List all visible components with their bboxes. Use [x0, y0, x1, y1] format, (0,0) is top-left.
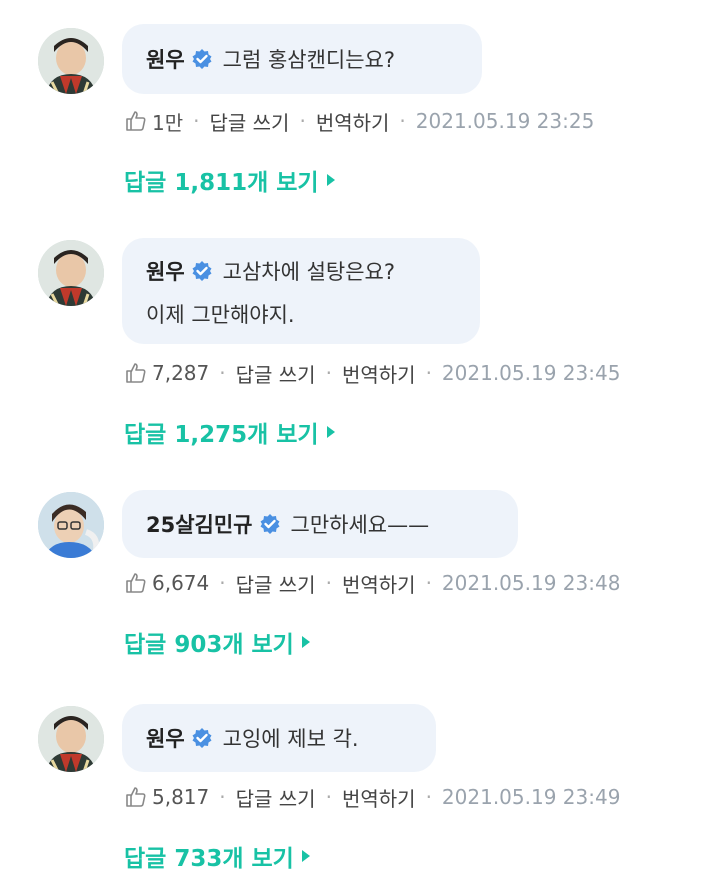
comment-meta: 1만 · 답글 쓰기 · 번역하기 · 2021.05.19 23:25: [124, 106, 594, 136]
meta-separator: ·: [219, 361, 226, 385]
view-replies-link[interactable]: 답글 1,811개 보기: [124, 164, 335, 196]
view-replies-label: 답글 733개 보기: [124, 846, 294, 872]
caret-right-icon: [326, 426, 335, 438]
avatar[interactable]: [38, 492, 104, 558]
comment-text: 그만하세요——: [290, 513, 430, 537]
author-name[interactable]: 원우: [146, 723, 185, 753]
caret-right-icon: [301, 636, 310, 648]
author-name[interactable]: 25살김민규: [146, 509, 253, 539]
meta-separator: ·: [299, 109, 306, 133]
caret-right-icon: [326, 174, 335, 186]
avatar[interactable]: [38, 240, 104, 306]
meta-separator: ·: [325, 361, 332, 385]
translate-button[interactable]: 번역하기: [316, 107, 390, 136]
comment-bubble: 원우 그럼 홍삼캔디는요?: [122, 24, 482, 94]
verified-badge-icon: [191, 727, 213, 749]
like-count: 7,287: [152, 361, 210, 385]
view-replies-label: 답글 903개 보기: [124, 632, 294, 658]
like-count: 5,817: [152, 785, 210, 809]
comment-bubble: 25살김민규 그만하세요——: [122, 490, 518, 558]
meta-separator: ·: [399, 109, 406, 133]
translate-button[interactable]: 번역하기: [342, 359, 416, 388]
thumbs-up-icon[interactable]: [124, 109, 148, 133]
meta-separator: ·: [219, 785, 226, 809]
meta-separator: ·: [219, 571, 226, 595]
view-replies-link[interactable]: 답글 903개 보기: [124, 626, 310, 658]
meta-separator: ·: [425, 571, 432, 595]
thumbs-up-icon[interactable]: [124, 571, 148, 595]
comment-header: 원우 그럼 홍삼캔디는요?: [146, 36, 458, 82]
comment-bubble: 원우 고삼차에 설탕은요? 이제 그만해야지.: [122, 238, 480, 344]
avatar[interactable]: [38, 28, 104, 94]
translate-button[interactable]: 번역하기: [342, 783, 416, 812]
comment-date: 2021.05.19 23:48: [441, 571, 621, 595]
comment-meta: 6,674 · 답글 쓰기 · 번역하기 · 2021.05.19 23:48: [124, 568, 620, 598]
like-count: 6,674: [152, 571, 210, 595]
meta-separator: ·: [425, 361, 432, 385]
comment-date: 2021.05.19 23:49: [441, 785, 621, 809]
author-name[interactable]: 원우: [146, 44, 185, 74]
comment-header: 원우 고잉에 제보 각.: [146, 715, 412, 761]
comment-text: 그럼 홍삼캔디는요?: [222, 48, 396, 72]
reply-button[interactable]: 답글 쓰기: [209, 107, 289, 136]
comment-date: 2021.05.19 23:45: [441, 361, 621, 385]
view-replies-label: 답글 1,811개 보기: [124, 170, 319, 196]
comment-text: 고삼차에 설탕은요?: [222, 260, 396, 284]
reply-button[interactable]: 답글 쓰기: [236, 359, 316, 388]
comment-meta: 5,817 · 답글 쓰기 · 번역하기 · 2021.05.19 23:49: [124, 782, 620, 812]
reply-button[interactable]: 답글 쓰기: [236, 783, 316, 812]
verified-badge-icon: [191, 48, 213, 70]
comment-date: 2021.05.19 23:25: [415, 109, 595, 133]
comment-header: 25살김민규 그만하세요——: [146, 501, 494, 547]
comment-header: 원우 고삼차에 설탕은요?: [146, 248, 456, 294]
meta-separator: ·: [325, 785, 332, 809]
translate-button[interactable]: 번역하기: [342, 569, 416, 598]
view-replies-label: 답글 1,275개 보기: [124, 422, 319, 448]
verified-badge-icon: [191, 260, 213, 282]
view-replies-link[interactable]: 답글 1,275개 보기: [124, 416, 335, 448]
verified-badge-icon: [259, 513, 281, 535]
like-count: 1만: [152, 110, 184, 135]
caret-right-icon: [301, 850, 310, 862]
thumbs-up-icon[interactable]: [124, 785, 148, 809]
author-name[interactable]: 원우: [146, 256, 185, 286]
meta-separator: ·: [325, 571, 332, 595]
comment-bubble: 원우 고잉에 제보 각.: [122, 704, 436, 772]
comment-text-line: 이제 그만해야지.: [146, 294, 456, 334]
thumbs-up-icon[interactable]: [124, 361, 148, 385]
comment-text: 이제 그만해야지.: [146, 303, 295, 327]
reply-button[interactable]: 답글 쓰기: [236, 569, 316, 598]
comment-meta: 7,287 · 답글 쓰기 · 번역하기 · 2021.05.19 23:45: [124, 358, 620, 388]
meta-separator: ·: [425, 785, 432, 809]
avatar[interactable]: [38, 706, 104, 772]
comment-text: 고잉에 제보 각.: [222, 727, 359, 751]
meta-separator: ·: [193, 109, 200, 133]
view-replies-link[interactable]: 답글 733개 보기: [124, 840, 310, 872]
